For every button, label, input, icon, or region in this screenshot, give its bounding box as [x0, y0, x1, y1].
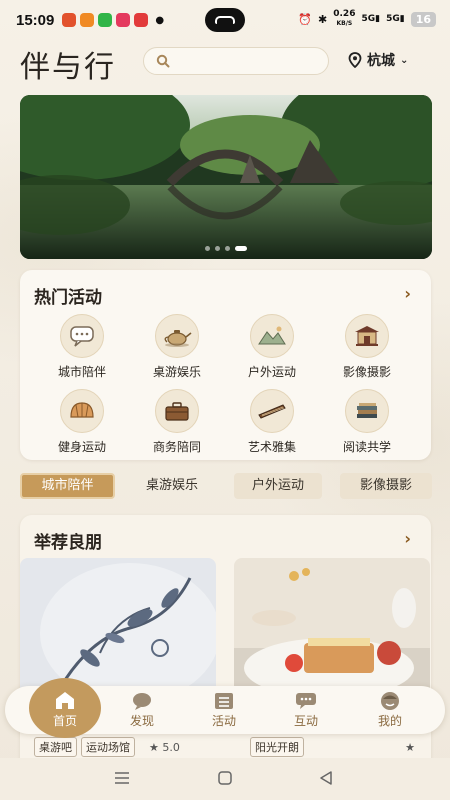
net-speed-unit: KB/S [336, 20, 353, 27]
home-square-icon[interactable] [217, 770, 233, 789]
net-speed-value: 0.26 [333, 9, 356, 19]
chevron-right-icon[interactable]: › [404, 529, 411, 548]
nav-activities[interactable]: 活动 [189, 686, 259, 734]
nav-label: 首页 [52, 714, 77, 728]
tag: 桌游吧 [34, 737, 77, 757]
nav-discover[interactable]: 发现 [107, 686, 177, 734]
nav-label: 发现 [129, 714, 154, 728]
message-icon [295, 692, 317, 710]
activity-label: 阅读共学 [342, 440, 391, 454]
carousel-dot[interactable] [205, 246, 210, 251]
chevron-right-icon[interactable]: › [404, 284, 411, 303]
nav-label: 活动 [211, 714, 236, 728]
notification-app-icon [116, 13, 131, 27]
tab-board-games[interactable]: 桌游娱乐 [128, 473, 216, 499]
hot-activities-card: 热门活动 › 城市陪伴 桌游娱乐 户外运动 影像摄影 健身运动 商务陪同 艺术雅… [20, 270, 431, 460]
activity-city-companion[interactable]: 城市陪伴 [37, 314, 127, 380]
discover-icon [131, 692, 153, 710]
nav-interaction[interactable]: 互动 [271, 686, 341, 734]
activity-reading[interactable]: 阅读共学 [322, 389, 412, 455]
carousel-dot[interactable] [215, 246, 220, 251]
activity-label: 桌游娱乐 [152, 365, 201, 379]
signal-icon: 5G▮ [361, 14, 381, 24]
activity-label: 商务陪同 [152, 440, 201, 454]
nav-label: 我的 [377, 714, 402, 728]
nav-profile[interactable]: 我的 [355, 686, 425, 734]
notification-app-icon [62, 13, 77, 27]
status-icons: ⏰ ✱ 0.26 KB/S 5G▮ 5G▮ 16 [298, 10, 436, 28]
search-input[interactable] [176, 53, 316, 69]
activity-business-escort[interactable]: 商务陪同 [132, 389, 222, 455]
tab-city-companion[interactable]: 城市陪伴 [20, 473, 115, 499]
notification-app-icon [98, 13, 113, 27]
tag: 运动场馆 [81, 737, 135, 757]
hot-activities-title: 热门活动 [34, 288, 102, 308]
activity-label: 健身运动 [57, 440, 106, 454]
notification-app-icon [134, 13, 149, 27]
app-title: 伴与行 [20, 50, 116, 85]
home-icon [54, 690, 76, 710]
carousel-dot-active[interactable] [235, 246, 247, 251]
teapot-icon [155, 314, 199, 358]
activity-art-gathering[interactable]: 艺术雅集 [227, 389, 317, 455]
chat-bubble-icon [60, 314, 104, 358]
back-triangle-icon[interactable] [318, 770, 334, 789]
dynamic-island [205, 8, 245, 32]
header: 伴与行 杭城 ⌄ [0, 40, 450, 85]
activity-board-games[interactable]: 桌游娱乐 [132, 314, 222, 380]
signal-icon: 5G▮ [386, 14, 405, 24]
activity-label: 影像摄影 [342, 365, 391, 379]
nav-home[interactable]: 首页 [29, 678, 101, 738]
search-icon [156, 54, 170, 68]
signal-label: 5G [386, 14, 400, 24]
location-pin-icon [348, 52, 362, 68]
carousel-dot[interactable] [225, 246, 230, 251]
tag: 阳光开朗 [250, 737, 304, 757]
activity-photography[interactable]: 影像摄影 [322, 314, 412, 380]
activity-outdoor-sports[interactable]: 户外运动 [227, 314, 317, 380]
status-time: 15:09 [16, 11, 55, 29]
bottom-navigation: 首页 发现 活动 互动 我的 [5, 678, 445, 738]
chevron-down-icon: ⌄ [400, 54, 409, 66]
city-label: 杭城 [367, 53, 395, 69]
profile-icon [379, 692, 401, 710]
pavilion-icon [345, 314, 389, 358]
notification-app-icon [80, 13, 95, 27]
activity-label: 城市陪伴 [57, 365, 106, 379]
activity-fitness[interactable]: 健身运动 [37, 389, 127, 455]
search-bar[interactable] [143, 47, 329, 75]
recommend-tags: 阳光开朗 ★ [250, 737, 415, 757]
signal-label: 5G [361, 14, 376, 24]
guqin-icon [250, 389, 294, 433]
more-notifications-dot: ● [155, 14, 165, 26]
carousel-indicators [20, 246, 432, 251]
tab-photography[interactable]: 影像摄影 [340, 473, 432, 499]
banner-carousel[interactable] [20, 95, 432, 259]
banner-image [20, 95, 432, 259]
activity-label: 艺术雅集 [247, 440, 296, 454]
recommend-title: 举荐良朋 [34, 533, 102, 553]
rating: ★ 5.0 [149, 740, 180, 754]
books-icon [345, 389, 389, 433]
nav-label: 互动 [293, 714, 318, 728]
recommend-card: 举荐良朋 › 桌游吧 运动场馆 ★ 5.0 阳光开朗 ★ [20, 515, 431, 785]
rating: ★ [405, 740, 415, 754]
list-icon [213, 692, 235, 710]
briefcase-icon [155, 389, 199, 433]
menu-icon[interactable] [114, 770, 130, 789]
battery-icon: 16 [410, 11, 436, 27]
net-speed: 0.26 KB/S [333, 10, 355, 28]
bluetooth-icon: ✱ [318, 12, 328, 26]
status-bar: 15:09 ● ⏰ ✱ 0.26 KB/S 5G▮ 5G▮ 16 [0, 0, 450, 40]
activity-label: 户外运动 [247, 365, 296, 379]
category-tabs: 城市陪伴 桌游娱乐 户外运动 影像摄影 [20, 473, 450, 501]
city-selector[interactable]: 杭城 ⌄ [348, 50, 408, 70]
landscape-icon [250, 314, 294, 358]
recommend-tags: 桌游吧 运动场馆 ★ 5.0 [34, 737, 180, 757]
tab-outdoor-sports[interactable]: 户外运动 [234, 473, 322, 499]
seashell-icon [60, 389, 104, 433]
system-navigation-bar [0, 758, 450, 800]
alarm-icon: ⏰ [298, 12, 313, 26]
